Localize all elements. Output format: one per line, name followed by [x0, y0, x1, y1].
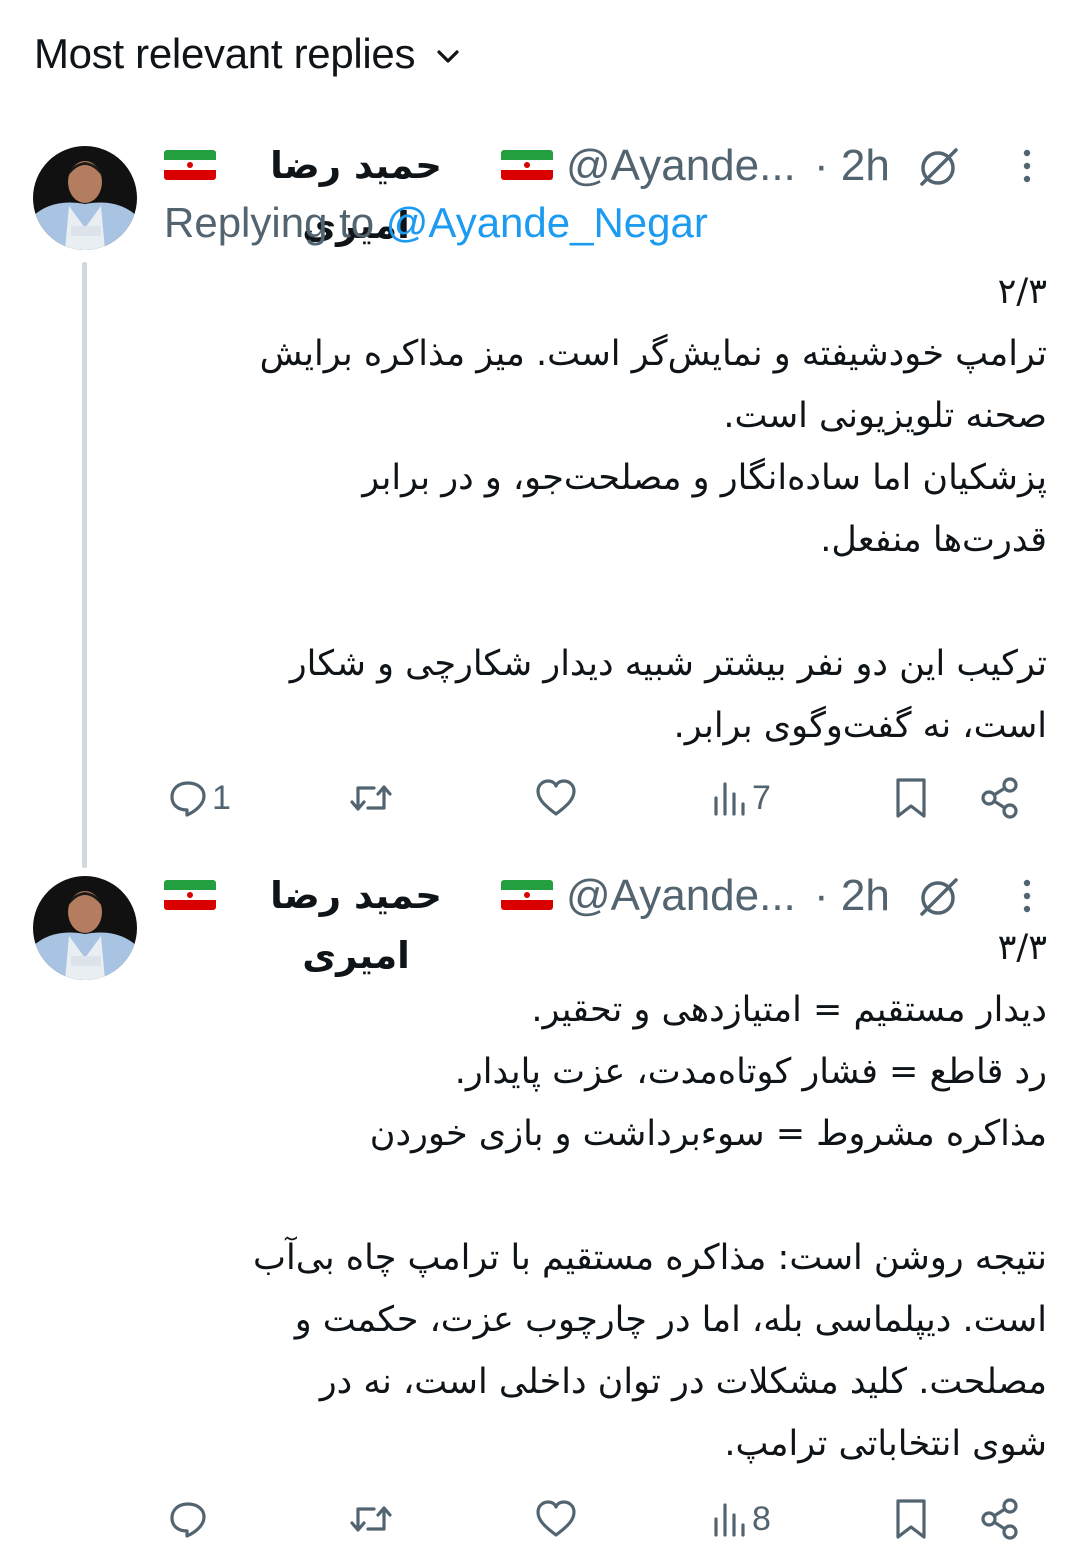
replying-to: Replying to @Ayande_Negar — [164, 196, 708, 250]
bookmark-icon — [896, 1499, 926, 1539]
iran-flag-icon — [164, 150, 216, 180]
author-handle[interactable]: @Ayande... — [566, 136, 796, 196]
reply-count: 1 — [212, 778, 231, 817]
view-count: 7 — [752, 778, 771, 817]
retweet-icon — [350, 1506, 392, 1532]
heart-icon — [536, 779, 576, 816]
grok-icon[interactable] — [916, 876, 962, 918]
share-button[interactable] — [978, 1489, 1022, 1549]
tweet-text: ۲/۳ ترامپ خودشیفته و نمایش‌گر است. میز م… — [259, 272, 1047, 746]
chevron-down-icon — [437, 50, 459, 63]
iran-flag-icon — [164, 880, 216, 910]
views-button[interactable]: 7 — [712, 768, 771, 828]
bookmark-button[interactable] — [894, 1489, 928, 1549]
replying-mention-link[interactable]: @Ayande_Negar — [386, 199, 708, 246]
reply-icon — [170, 781, 206, 817]
bookmark-button[interactable] — [894, 768, 928, 828]
share-icon — [981, 777, 1018, 819]
tweet-actions: 1 7 — [164, 768, 1044, 828]
tweet-text: ۳/۳ دیدار مستقیم = امتیازدهی و تحقیر. رد… — [253, 928, 1047, 1464]
tweet-timestamp[interactable]: · 2h — [814, 136, 890, 196]
views-chart-icon — [714, 782, 745, 816]
views-button[interactable]: 8 — [712, 1489, 771, 1549]
more-options-icon[interactable] — [1012, 874, 1042, 918]
replying-label: Replying to — [164, 199, 375, 246]
iran-flag-icon — [501, 880, 553, 910]
retweet-icon — [350, 785, 392, 811]
more-options-icon[interactable] — [1012, 144, 1042, 188]
share-icon — [981, 1498, 1018, 1540]
replies-sort-selector[interactable]: Most relevant replies — [34, 30, 461, 78]
retweet-button[interactable] — [346, 1489, 400, 1549]
heart-icon — [536, 1500, 576, 1537]
like-button[interactable] — [534, 768, 582, 828]
reply-button[interactable] — [168, 1489, 212, 1549]
reply-icon — [170, 1502, 206, 1538]
avatar[interactable] — [33, 146, 137, 250]
iran-flag-icon — [501, 150, 553, 180]
replies-sort-label: Most relevant replies — [34, 30, 416, 77]
view-count: 8 — [752, 1499, 771, 1538]
views-chart-icon — [714, 1503, 745, 1537]
grok-icon[interactable] — [916, 146, 962, 188]
bookmark-icon — [896, 778, 926, 818]
thread-connector-line — [82, 262, 87, 868]
share-button[interactable] — [978, 768, 1022, 828]
reply-button[interactable]: 1 — [168, 768, 231, 828]
retweet-button[interactable] — [346, 768, 400, 828]
tweet-actions: 8 — [164, 1489, 1044, 1549]
avatar[interactable] — [33, 876, 137, 980]
like-button[interactable] — [534, 1489, 582, 1549]
